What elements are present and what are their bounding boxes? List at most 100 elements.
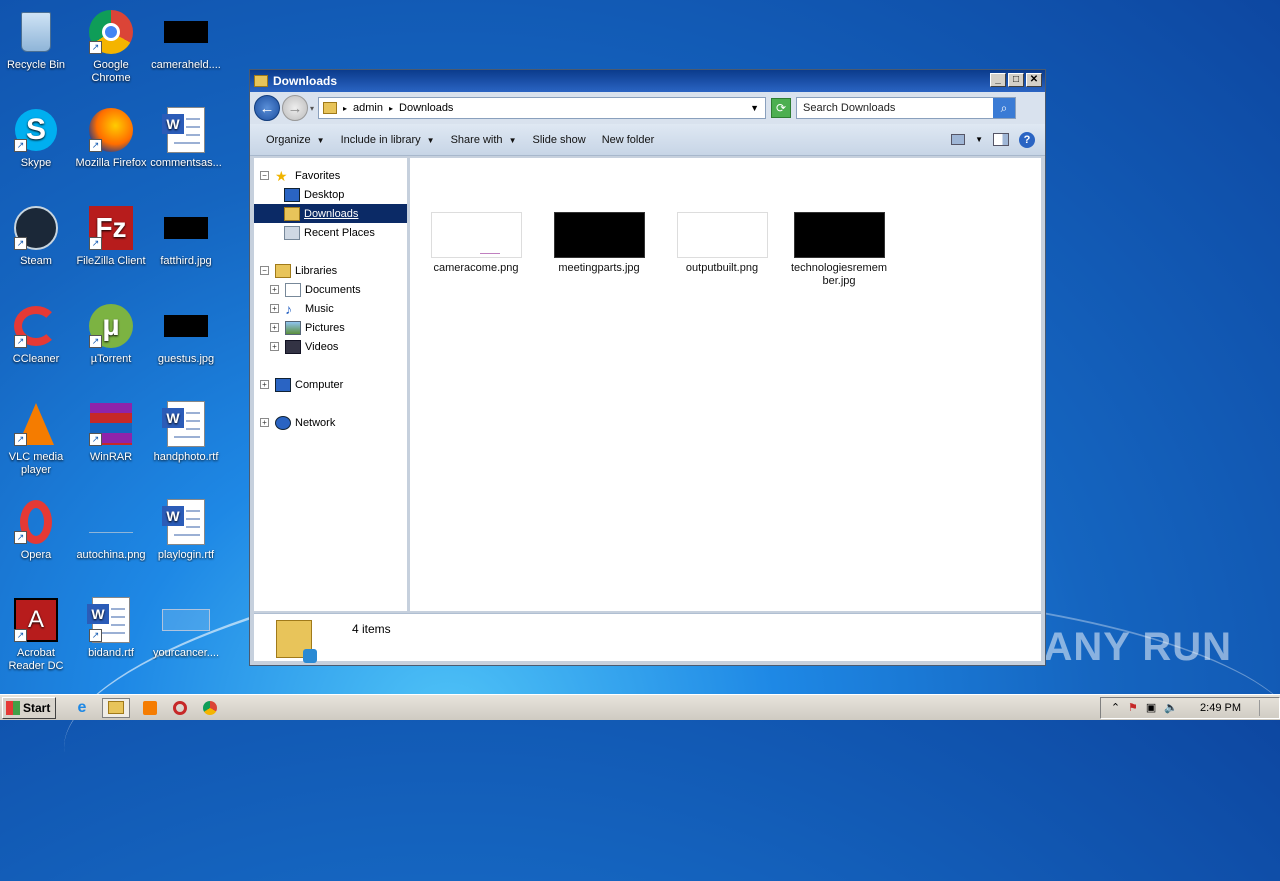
file-item[interactable]: meetingparts.jpg: [545, 212, 653, 275]
forward-button[interactable]: →: [282, 95, 308, 121]
desktop-icon-commentsas[interactable]: W commentsas...: [150, 106, 222, 170]
nav-computer[interactable]: + Computer: [254, 375, 407, 394]
close-button[interactable]: ✕: [1026, 73, 1042, 87]
jpg-thumbnail-icon: [162, 302, 210, 350]
opera-taskbar-icon[interactable]: [170, 698, 190, 718]
new-folder-button[interactable]: New folder: [594, 134, 663, 146]
desktop-icon-autochina[interactable]: autochina.png: [75, 498, 147, 562]
desktop-icon-fatthird[interactable]: fatthird.jpg: [150, 204, 222, 268]
network-tray-icon[interactable]: ▣: [1146, 701, 1156, 714]
nav-favorites[interactable]: − ★ Favorites: [254, 166, 407, 185]
file-list[interactable]: cameracome.png meetingparts.jpg outputbu…: [410, 158, 1041, 611]
title-bar[interactable]: Downloads _ □ ✕: [250, 70, 1045, 92]
nav-music[interactable]: + ♪ Music: [254, 299, 407, 318]
chevron-down-icon[interactable]: ▼: [975, 135, 983, 144]
image-thumbnail: [430, 212, 522, 258]
desktop-icon-acrobat[interactable]: A ↗ Acrobat Reader DC: [0, 596, 72, 673]
desktop-icon-label: bidand.rtf: [88, 647, 134, 659]
chevron-down-icon[interactable]: ▼: [750, 103, 759, 113]
refresh-icon[interactable]: ⟳: [771, 98, 792, 118]
nav-network[interactable]: + Network: [254, 413, 407, 432]
chevron-right-icon[interactable]: ▸: [389, 104, 393, 113]
expand-icon[interactable]: +: [270, 304, 279, 313]
firefox-icon: ↗: [87, 106, 135, 154]
view-icon[interactable]: [951, 134, 966, 145]
desktop-icon-vlc[interactable]: ↗ VLC media player: [0, 400, 72, 477]
desktop-icon-opera[interactable]: ↗ Opera: [0, 498, 72, 562]
desktop-icon-bidand[interactable]: W ↗ bidand.rtf: [75, 596, 147, 660]
collapse-icon[interactable]: −: [260, 266, 269, 275]
desktop-icon-utorrent[interactable]: µ ↗ µTorrent: [75, 302, 147, 366]
breadcrumb-downloads[interactable]: Downloads: [399, 102, 453, 114]
explorer-taskbar-icon[interactable]: [102, 697, 130, 718]
computer-icon: [275, 377, 291, 392]
file-item[interactable]: outputbuilt.png: [668, 212, 776, 275]
expand-icon[interactable]: +: [270, 342, 279, 351]
navigation-pane[interactable]: − ★ Favorites Desktop Downloads Recent Pla…: [254, 158, 410, 611]
nav-recent-places[interactable]: Recent Places: [254, 223, 407, 242]
nav-label: Recent Places: [304, 226, 375, 239]
include-in-library-button[interactable]: Include in library ▼: [333, 134, 443, 146]
address-row: ← → ▾ ▸ admin ▸ Downloads ▼ ⟳ Search Dow…: [250, 92, 1045, 124]
nav-videos[interactable]: + Videos: [254, 337, 407, 356]
nav-pictures[interactable]: + Pictures: [254, 318, 407, 337]
chevron-right-icon[interactable]: ▸: [343, 104, 347, 113]
word-document-icon: W: [162, 498, 210, 546]
preview-pane-icon[interactable]: [993, 133, 1009, 146]
nav-downloads[interactable]: Downloads: [254, 204, 407, 223]
internet-explorer-icon[interactable]: e: [72, 698, 92, 718]
explorer-window[interactable]: Downloads _ □ ✕ ← → ▾ ▸ admin ▸ Download…: [249, 69, 1046, 666]
collapse-icon[interactable]: −: [260, 171, 269, 180]
start-button[interactable]: Start: [2, 696, 56, 719]
expand-icon[interactable]: +: [260, 418, 269, 427]
desktop-icon-recycle-bin[interactable]: Recycle Bin: [0, 8, 72, 72]
minimize-button[interactable]: _: [990, 73, 1006, 87]
chrome-taskbar-icon[interactable]: [200, 698, 220, 718]
history-dropdown-icon[interactable]: ▾: [310, 104, 314, 113]
breadcrumb-admin[interactable]: admin: [353, 102, 383, 114]
share-with-button[interactable]: Share with ▼: [443, 134, 525, 146]
desktop-icon-label: Google Chrome: [91, 59, 131, 84]
desktop-icon-cameraheld[interactable]: cameraheld....: [150, 8, 222, 72]
organize-button[interactable]: Organize ▼: [258, 134, 333, 146]
desktop-icon-label: Acrobat Reader DC: [8, 647, 64, 672]
image-thumbnail: [553, 212, 645, 258]
desktop-icon-label: playlogin.rtf: [157, 549, 215, 561]
expand-icon[interactable]: +: [270, 285, 279, 294]
search-input[interactable]: Search Downloads ⌕: [796, 97, 1017, 119]
address-bar[interactable]: ▸ admin ▸ Downloads ▼: [318, 97, 767, 119]
desktop-icon-ccleaner[interactable]: ↗ CCleaner: [0, 302, 72, 366]
clock[interactable]: 2:49 PM: [1200, 702, 1241, 714]
action-center-icon[interactable]: ⚑: [1128, 701, 1138, 714]
desktop-icon-winrar[interactable]: ↗ WinRAR: [75, 400, 147, 464]
file-item[interactable]: cameracome.png: [422, 212, 530, 275]
desktop-icon-steam[interactable]: ↗ Steam: [0, 204, 72, 268]
nav-documents[interactable]: + Documents: [254, 280, 407, 299]
expand-icon[interactable]: +: [270, 323, 279, 332]
help-icon[interactable]: ?: [1019, 131, 1035, 148]
desktop-icon-label: handphoto.rtf: [153, 451, 219, 463]
desktop-icon-filezilla[interactable]: Fz ↗ FileZilla Client: [75, 204, 147, 268]
desktop-icon-handphoto[interactable]: W handphoto.rtf: [150, 400, 222, 464]
media-player-icon[interactable]: [140, 698, 160, 718]
desktop-icon-chrome[interactable]: ↗ Google Chrome: [75, 8, 147, 85]
desktop-icon-firefox[interactable]: ↗ Mozilla Firefox: [75, 106, 147, 170]
nav-desktop[interactable]: Desktop: [254, 185, 407, 204]
downloads-folder-icon: [276, 620, 317, 663]
desktop-icon-yourcancer[interactable]: yourcancer....: [150, 596, 222, 660]
expand-icon[interactable]: +: [260, 380, 269, 389]
nav-label: Network: [295, 416, 336, 429]
slide-show-button[interactable]: Slide show: [524, 134, 593, 146]
maximize-button[interactable]: □: [1008, 73, 1024, 87]
desktop-icon-skype[interactable]: S ↗ Skype: [0, 106, 72, 170]
show-hidden-icons-icon[interactable]: ⌃: [1111, 701, 1120, 714]
volume-icon[interactable]: 🔈: [1164, 701, 1178, 714]
back-button[interactable]: ←: [254, 95, 280, 121]
show-desktop-button[interactable]: [1259, 699, 1269, 716]
file-item[interactable]: technologiesremember.jpg: [791, 212, 887, 288]
nav-libraries[interactable]: − Libraries: [254, 261, 407, 280]
desktop-icon-guestus[interactable]: guestus.jpg: [150, 302, 222, 366]
nav-label: Pictures: [305, 321, 345, 334]
search-icon[interactable]: ⌕: [993, 98, 1016, 118]
desktop-icon-playlogin[interactable]: W playlogin.rtf: [150, 498, 222, 562]
